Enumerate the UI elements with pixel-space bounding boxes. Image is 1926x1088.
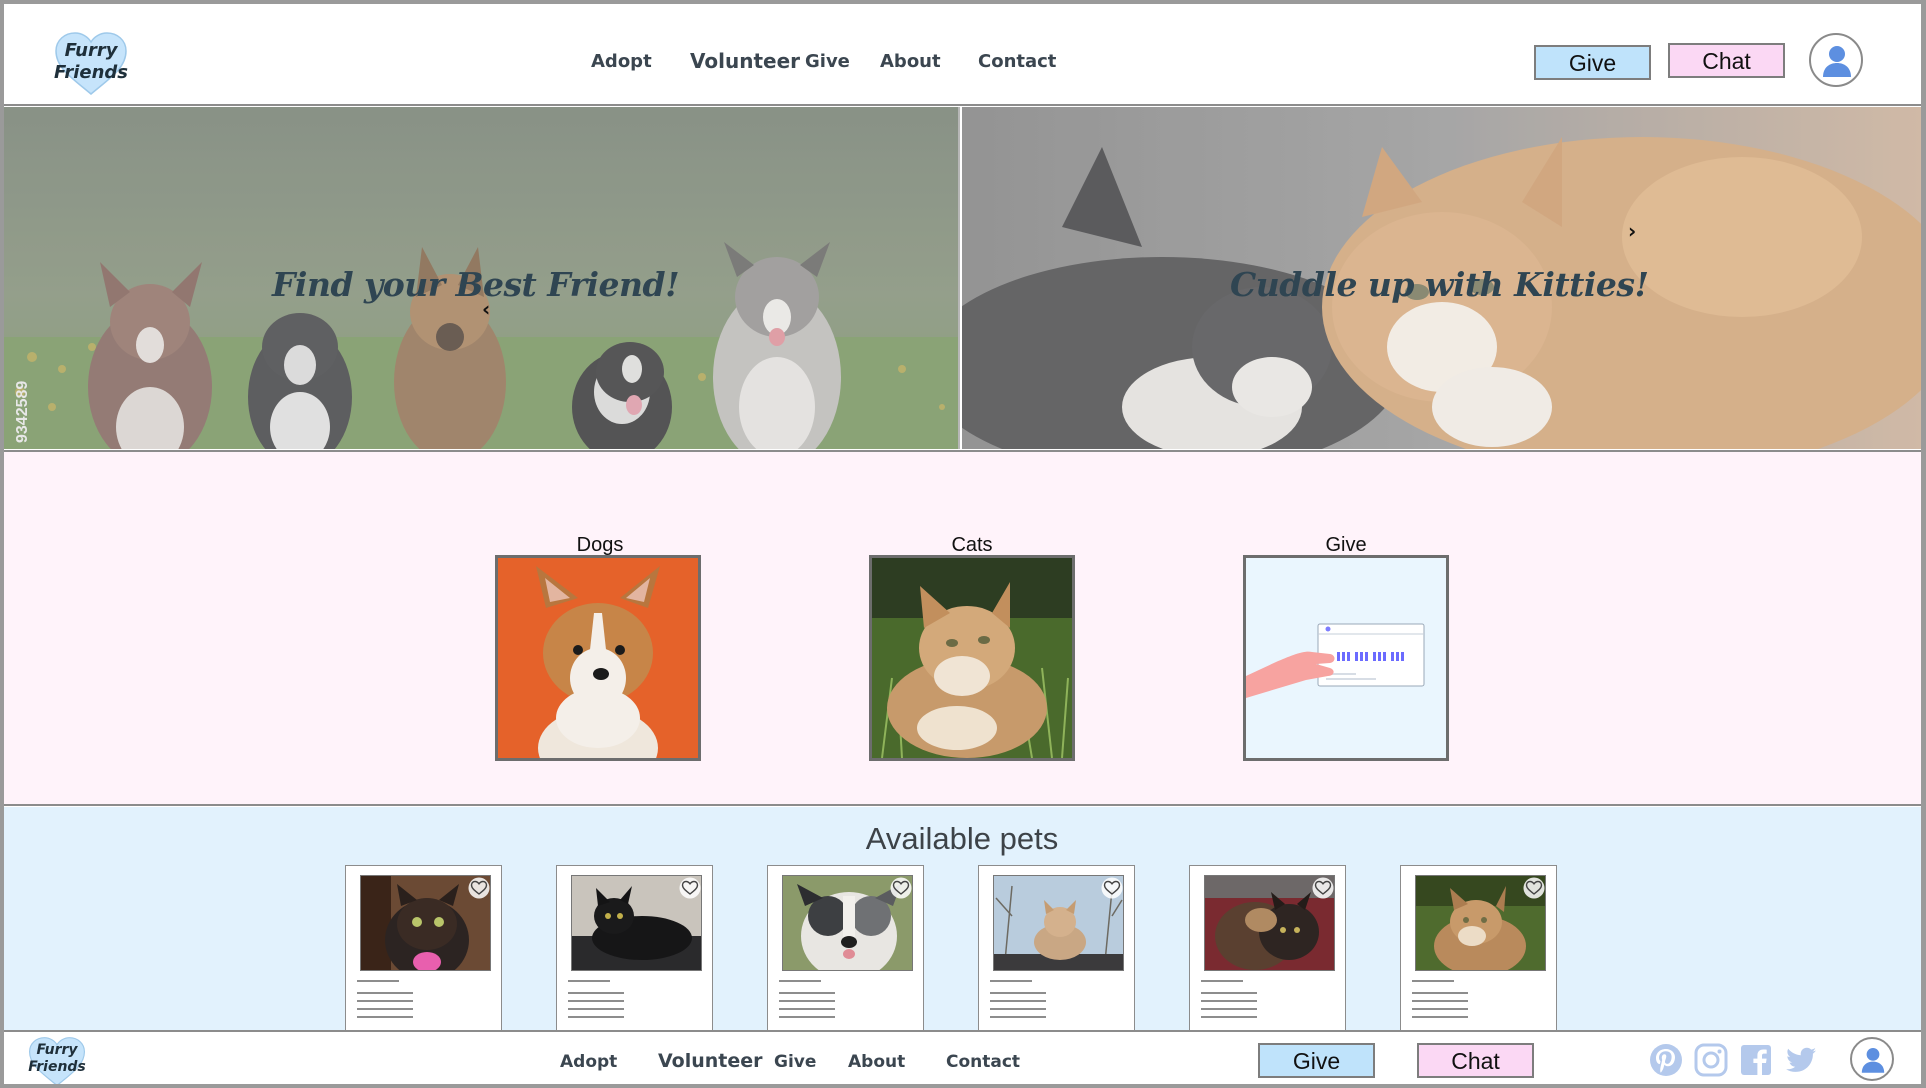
pet-text-line [357, 1016, 413, 1018]
category-label-cats: Cats [951, 534, 993, 556]
pet-text-line [990, 1008, 1046, 1010]
corgi-photo [498, 558, 698, 758]
nav-volunteer[interactable]: Volunteer [690, 49, 800, 73]
carousel-next-arrow[interactable]: › [1628, 219, 1636, 243]
stock-watermark-id: 9342589 [14, 380, 31, 443]
logo-text-line2: Friends [54, 62, 128, 83]
pet-text-line [779, 1016, 835, 1018]
footer-nav-adopt[interactable]: Adopt [560, 1052, 617, 1072]
favorite-heart-icon[interactable] [1312, 877, 1334, 899]
facebook-icon[interactable] [1738, 1042, 1774, 1078]
footer-logo-line1: Furry [36, 1042, 78, 1058]
pet-card[interactable] [556, 865, 713, 1030]
category-label-give: Give [1325, 534, 1367, 556]
pet-text-line [568, 1016, 624, 1018]
cat-in-grass-photo [872, 558, 1072, 758]
pet-text-line [357, 1008, 413, 1010]
site-logo[interactable]: Furry Friends [54, 32, 128, 96]
donation-card-illustration [1246, 558, 1446, 758]
pet-card[interactable] [978, 865, 1135, 1030]
footer-chat-button[interactable]: Chat [1417, 1043, 1534, 1078]
pet-text-line [779, 1008, 835, 1010]
pet-text-line [568, 992, 624, 994]
hero-slide-cats: Cuddle up with Kitties! › [962, 107, 1922, 449]
pet-text-line [779, 1000, 835, 1002]
favorite-heart-icon[interactable] [468, 877, 490, 899]
pet-text-line [1201, 992, 1257, 994]
pet-text-line [990, 1000, 1046, 1002]
category-label-dogs: Dogs [576, 534, 624, 556]
nav-contact[interactable]: Contact [978, 51, 1056, 72]
category-section: Dogs Cats Give [2, 450, 1922, 806]
header-give-button[interactable]: Give [1534, 45, 1651, 80]
logo-text-line1: Furry [64, 40, 118, 61]
user-avatar-button[interactable] [1809, 33, 1863, 87]
footer-user-avatar-button[interactable] [1850, 1037, 1894, 1081]
favorite-heart-icon[interactable] [1101, 877, 1123, 899]
hero-caption-dogs: Find your Best Friend! [272, 265, 680, 304]
pet-text-line [1412, 1008, 1468, 1010]
footer-nav-contact[interactable]: Contact [946, 1052, 1020, 1072]
footer-nav-about[interactable]: About [848, 1052, 905, 1072]
category-tile-cats[interactable] [869, 555, 1075, 761]
pet-name-placeholder [779, 980, 821, 982]
footer-nav-volunteer[interactable]: Volunteer [658, 1050, 763, 1072]
pet-name-placeholder [990, 980, 1032, 982]
pet-text-line [1201, 1016, 1257, 1018]
hero-slide-dogs: Find your Best Friend! ‹ 9342589 [2, 107, 960, 449]
available-pets-title: Available pets [865, 821, 1059, 856]
footer-logo[interactable]: Furry Friends [28, 1036, 86, 1088]
pet-text-line [1201, 1000, 1257, 1002]
pet-text-line [990, 992, 1046, 994]
available-pets-section: Available pets [2, 807, 1922, 1030]
pet-text-line [357, 1000, 413, 1002]
nav-about[interactable]: About [880, 51, 941, 72]
pet-card[interactable] [345, 865, 502, 1030]
pet-name-placeholder [1412, 980, 1454, 982]
user-icon [1861, 1048, 1885, 1073]
category-tile-dogs[interactable] [495, 555, 701, 761]
pet-card[interactable] [1400, 865, 1557, 1030]
pet-card[interactable] [767, 865, 924, 1030]
favorite-heart-icon[interactable] [679, 877, 701, 899]
pet-name-placeholder [568, 980, 610, 982]
favorite-heart-icon[interactable] [890, 877, 912, 899]
pet-text-line [1201, 1008, 1257, 1010]
hero-caption-cats: Cuddle up with Kitties! [1230, 265, 1649, 304]
pet-text-line [990, 1016, 1046, 1018]
nav-adopt[interactable]: Adopt [591, 51, 652, 72]
carousel-prev-arrow[interactable]: ‹ [482, 297, 490, 321]
pet-name-placeholder [1201, 980, 1243, 982]
pet-text-line [1412, 1000, 1468, 1002]
twitter-icon[interactable] [1783, 1042, 1819, 1078]
header-chat-button[interactable]: Chat [1668, 43, 1785, 78]
site-header: Furry Friends Adopt Volunteer Give About… [2, 4, 1922, 106]
pet-text-line [1412, 992, 1468, 994]
user-icon [1823, 46, 1851, 77]
pet-text-line [1412, 1016, 1468, 1018]
category-tile-give[interactable] [1243, 555, 1449, 761]
pet-text-line [568, 1000, 624, 1002]
instagram-icon[interactable] [1693, 1042, 1729, 1078]
pet-name-placeholder [357, 980, 399, 982]
pet-text-line [568, 1008, 624, 1010]
pet-card[interactable] [1189, 865, 1346, 1030]
favorite-heart-icon[interactable] [1523, 877, 1545, 899]
footer-nav-give[interactable]: Give [774, 1052, 816, 1072]
pet-text-line [357, 992, 413, 994]
footer-logo-line2: Friends [28, 1059, 86, 1075]
pet-text-line [779, 992, 835, 994]
footer-give-button[interactable]: Give [1258, 1043, 1375, 1078]
site-footer: Furry Friends Adopt Volunteer Give About… [2, 1030, 1922, 1087]
hero-carousel: Find your Best Friend! ‹ 9342589 Cuddle … [2, 107, 1922, 449]
pinterest-icon[interactable] [1648, 1042, 1684, 1078]
nav-give[interactable]: Give [805, 51, 850, 72]
